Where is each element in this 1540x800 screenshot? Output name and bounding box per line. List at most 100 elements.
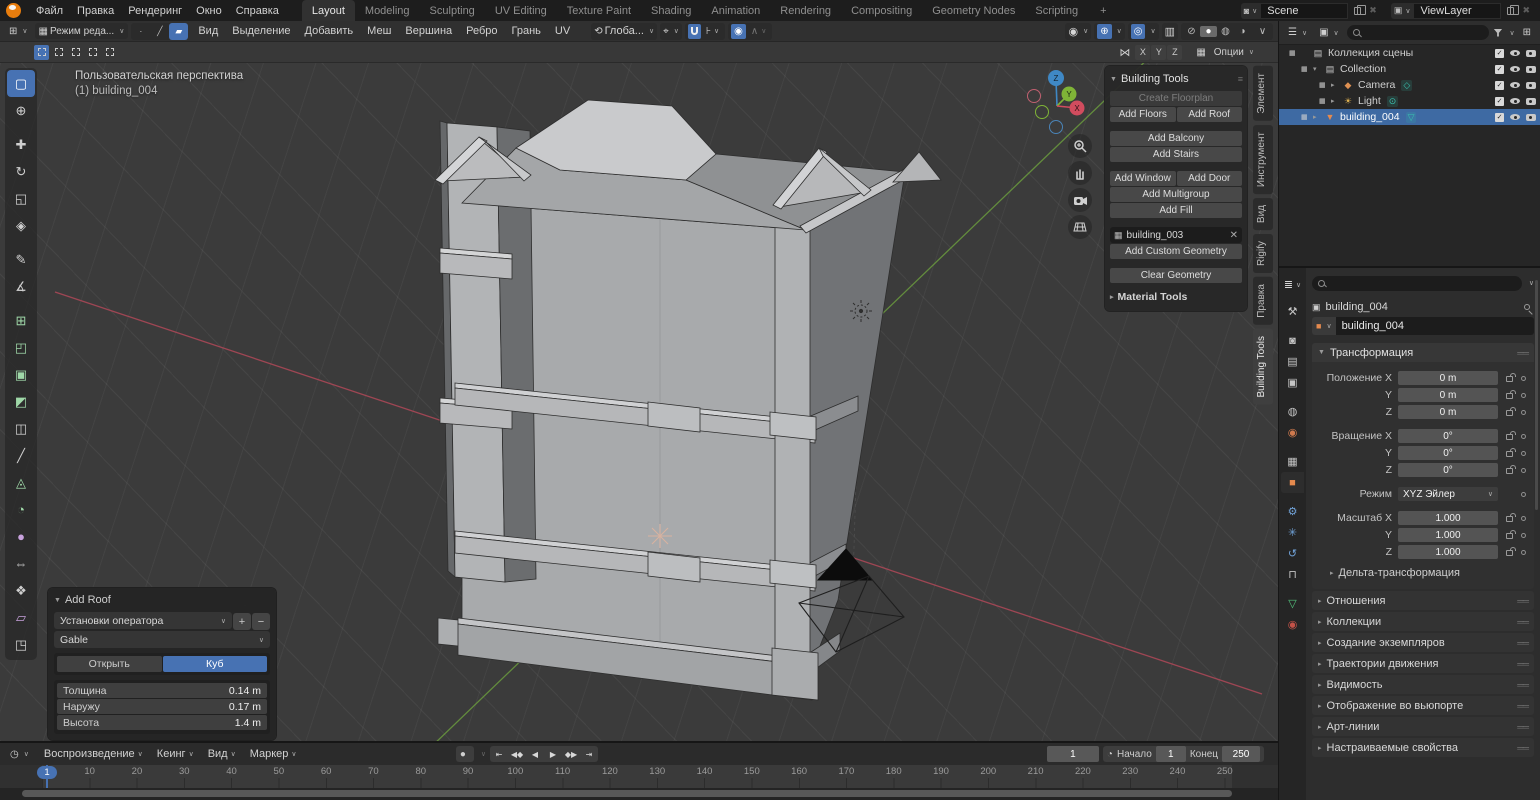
edge-select-mode-button[interactable]: ╱ [150,23,169,40]
workspace-tab[interactable]: Geometry Nodes [922,0,1025,21]
disable-render-icon[interactable] [1526,114,1536,121]
properties-tab[interactable]: ↺ [1281,543,1304,564]
timeline-menu-item[interactable]: Воспроизведение∨ [37,744,150,765]
add-floors-button[interactable]: Add Floors [1110,107,1176,122]
rendered-shading-button[interactable]: ◑ [1234,26,1251,37]
options-dropdown[interactable]: Опции∨ [1210,44,1258,60]
add-window-button[interactable]: Add Window [1110,171,1176,186]
navigation-gizmo[interactable]: Z Y X [1018,66,1094,142]
row-label[interactable]: Collection [1340,63,1386,75]
properties-section-header[interactable]: ▸Отображение во вьюпорте ══ [1312,696,1534,715]
snap-to-icon[interactable]: ▦ [1192,44,1209,60]
copy-scene-icon[interactable] [1354,7,1361,15]
tool-button[interactable]: ❖ [7,577,35,604]
zoom-button[interactable] [1068,134,1092,158]
tool-button[interactable]: ◬ [7,469,35,496]
timeline-menu-item[interactable]: Вид∨ [201,744,243,765]
viewport-menu-item[interactable]: Меш [360,21,398,42]
field-value[interactable]: 0 m [1398,405,1498,419]
workspace-tab[interactable]: Scripting [1025,0,1088,21]
properties-tab[interactable]: ▣ [1281,372,1304,393]
properties-tab[interactable]: ⚒ [1281,301,1304,322]
properties-tab[interactable]: ▦ [1281,451,1304,472]
scene-icon[interactable]: ◙∨ [1241,3,1261,19]
lock-icon[interactable] [1506,410,1513,416]
timeline-menu-item[interactable]: Кеинг∨ [150,744,201,765]
properties-section-header[interactable]: ▸Арт-линии ══ [1312,717,1534,736]
operator-collapse-icon[interactable]: ▼ [54,597,61,604]
wireframe-shading-button[interactable]: ⊘ [1183,26,1200,37]
workspace-tab[interactable]: Shading [641,0,701,21]
outliner-row[interactable]: ▦ ▾ ▤ Collection ✓ [1279,61,1540,77]
transform-orientation-dropdown[interactable]: ⟲ Глоба...∨ [591,23,657,40]
tool-button[interactable]: ▣ [7,361,35,388]
workspace-tab[interactable]: Rendering [770,0,841,21]
topbar-menu-item[interactable]: Окно [189,0,229,21]
start-frame-field[interactable]: 1 [1156,746,1186,762]
timeline-editor-type-button[interactable]: ◷∨ [6,746,33,762]
disable-render-icon[interactable] [1526,82,1536,89]
perspective-grid-button[interactable] [1068,215,1092,239]
mode-dropdown[interactable]: ▦ Режим реда...∨ [35,23,129,39]
disable-render-icon[interactable] [1526,98,1536,105]
shading-dropdown-icon[interactable]: ∨ [1254,26,1271,37]
object-name-field[interactable]: building_004 [1336,317,1534,335]
outliner-row[interactable]: ▦ ▸ ☀ Light ⊙ ✓ [1279,93,1540,109]
pin-icon[interactable] [1524,304,1530,310]
lock-icon[interactable] [1506,393,1513,399]
add-stairs-button[interactable]: Add Stairs [1110,147,1242,162]
editor-type-button[interactable]: ⊞∨ [5,23,32,39]
tool-button[interactable]: ◔ [7,496,35,523]
sidebar-tab[interactable]: Вид [1253,198,1273,230]
mirror-axis-button[interactable]: X [1135,45,1150,60]
field-value[interactable]: 0 m [1398,388,1498,402]
mirror-axis-button[interactable]: Z [1167,45,1182,60]
scene-name-field[interactable]: Scene [1260,3,1348,19]
transform-panel-header[interactable]: ▼ Трансформация ══ [1312,343,1534,362]
workspace-tab[interactable]: Animation [701,0,770,21]
expand-arrow-icon[interactable]: ▸ [1313,113,1323,121]
animate-dot-icon[interactable] [1521,376,1526,381]
properties-editor-type-button[interactable]: ≣∨ [1281,274,1304,295]
transport-button[interactable]: ◀ [526,746,544,762]
properties-tab[interactable]: ⚙ [1281,501,1304,522]
field-value[interactable]: 0 m [1398,371,1498,385]
field-value[interactable]: 1.000 [1398,511,1498,525]
workspace-tab[interactable]: Compositing [841,0,922,21]
topbar-menu-item[interactable]: Файл [29,0,70,21]
properties-section-header[interactable]: ▸Коллекции ══ [1312,612,1534,631]
lock-icon[interactable] [1506,434,1513,440]
outliner-filter-kind-dropdown[interactable]: ▣∨ [1315,25,1343,41]
add-roof-button[interactable]: Add Roof [1177,107,1243,122]
row-label[interactable]: Camera [1358,79,1395,91]
vertex-select-mode-button[interactable]: · [131,23,150,40]
mirror-icon[interactable]: ⋈ [1115,44,1134,60]
tool-button[interactable]: ✎ [7,246,35,273]
outliner-row[interactable]: ▦ ▸ ◆ Camera ◇ ✓ [1279,77,1540,93]
viewport-menu-item[interactable]: Ребро [459,21,504,42]
properties-section-header[interactable]: ▸Траектории движения ══ [1312,654,1534,673]
workspace-tab[interactable]: Modeling [355,0,420,21]
properties-tab[interactable]: ⊓ [1281,564,1304,585]
stopwatch-icon[interactable]: ◔ [1107,749,1113,760]
properties-tab[interactable]: ◉ [1281,614,1304,635]
cube-toggle-button[interactable]: Куб [163,656,268,672]
workspace-tab[interactable]: UV Editing [485,0,557,21]
properties-section-header[interactable]: ▸Видимость ══ [1312,675,1534,694]
topbar-menu-item[interactable]: Справка [229,0,286,21]
disable-render-icon[interactable] [1526,66,1536,73]
row-label[interactable]: Коллекция сцены [1328,47,1413,59]
timeline-menu-item[interactable]: Маркер∨ [243,744,304,765]
tool-button[interactable]: ∡ [7,273,35,300]
field-value[interactable]: XYZ Эйлер [1398,487,1498,501]
properties-tab[interactable]: ✳ [1281,522,1304,543]
expand-arrow-icon[interactable]: ▸ [1331,97,1341,105]
object-visibility-dropdown[interactable]: ◉∨ [1065,23,1091,40]
operator-number-field[interactable]: Наружу 0.17 m [57,699,267,714]
tool-button[interactable]: ● [7,523,35,550]
transport-button[interactable]: ◆▶ [562,746,580,762]
animate-dot-icon[interactable] [1521,410,1526,415]
transport-button[interactable]: ⇥ [580,746,598,762]
material-tools-label[interactable]: Material Tools [1118,291,1188,303]
animate-dot-icon[interactable] [1521,393,1526,398]
